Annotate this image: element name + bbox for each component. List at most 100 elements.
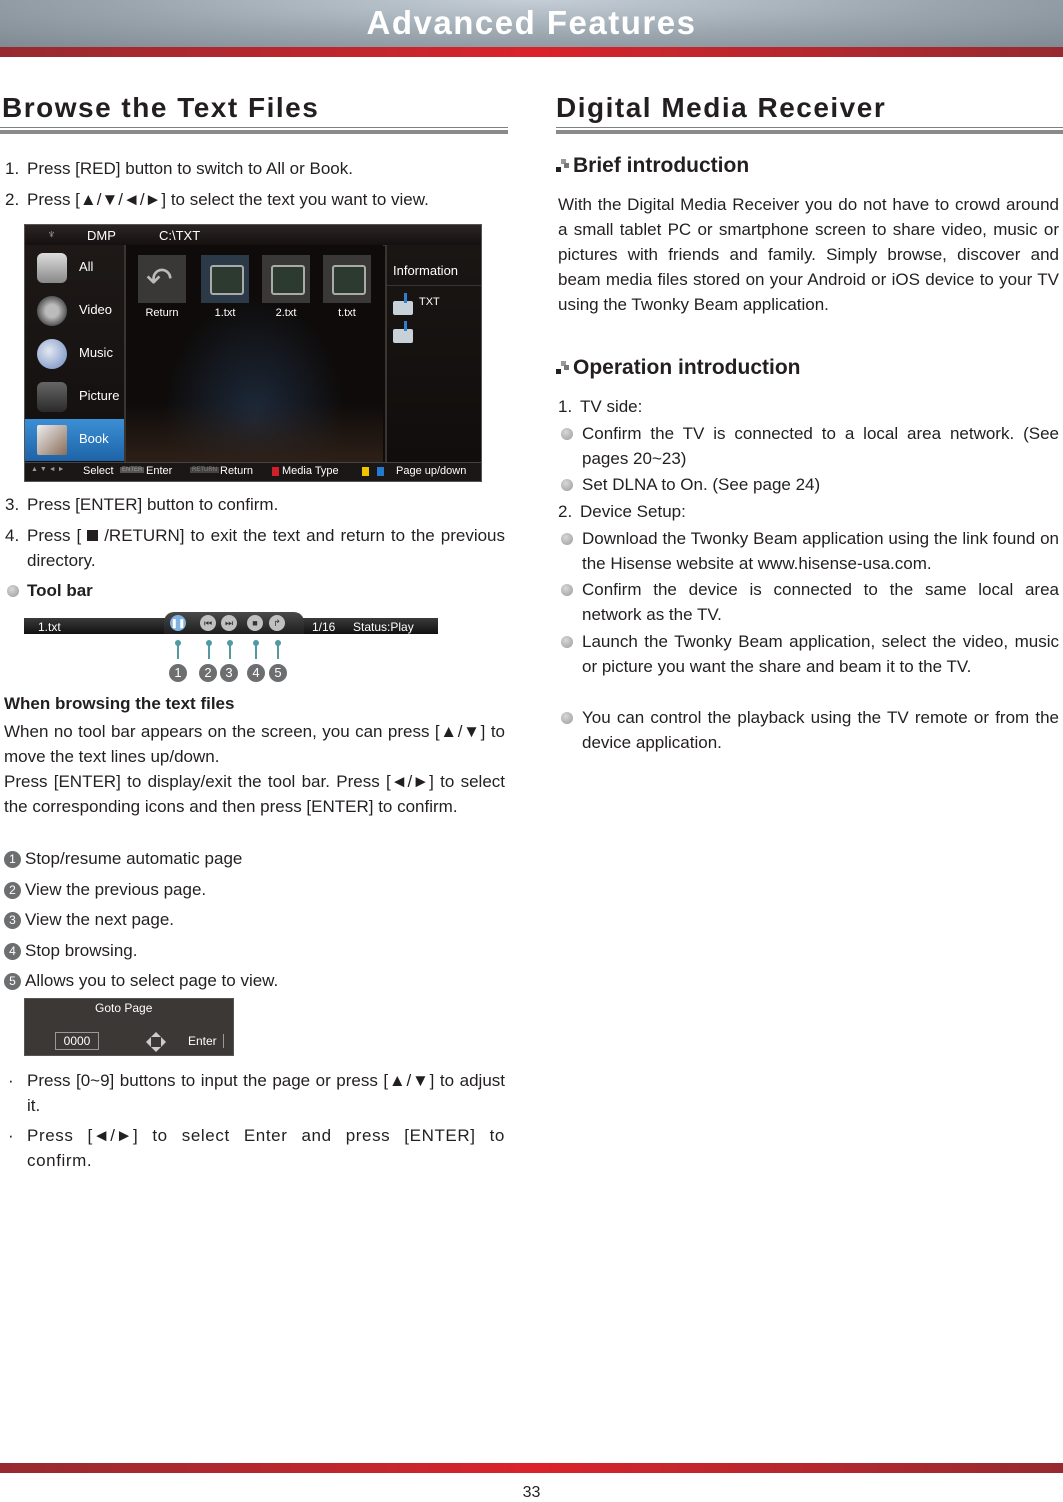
bullet-icon <box>561 479 573 491</box>
all-category-icon <box>37 253 67 283</box>
device-setup-step: 2. Device Setup: <box>558 502 686 521</box>
tv-side-step: 1. TV side: <box>558 397 643 416</box>
tile-file-t-label: t.txt <box>338 307 356 319</box>
callout-number: 3 <box>220 664 238 682</box>
info-type: TXT <box>419 296 440 308</box>
callout-pointer <box>227 640 233 659</box>
step-3: 3. Press [ENTER] button to confirm. <box>5 495 279 514</box>
toolbar-status: Status:Play <box>353 620 414 634</box>
hint-media-type: Media Type <box>282 465 339 477</box>
callout-number: 2 <box>199 664 217 682</box>
category-music[interactable]: Music <box>25 333 124 375</box>
pause-icon[interactable]: ❚❚ <box>170 615 186 631</box>
music-note-icon <box>37 339 67 369</box>
previous-page-icon[interactable]: ⏮ <box>200 615 216 631</box>
bullet-icon <box>7 585 19 597</box>
text-toolbar-illustration: 1.txt ❚❚ ⏮ ⏭ ■ ↱ 1/16 Status:Play <box>24 612 438 634</box>
tile-file-1[interactable] <box>201 255 249 303</box>
browsing-paragraph-1: When no tool bar appears on the screen, … <box>4 722 505 766</box>
toolbar-page-count: 1/16 <box>312 620 336 634</box>
return-key-icon: RETURN <box>190 467 219 473</box>
callout-pointer <box>275 640 281 659</box>
tv-top-bar: ♆ DMP C:\TXT <box>25 225 481 246</box>
function-item: 4 Stop browsing. <box>4 938 137 963</box>
note-2: Press [◄/►] to select Enter and press [E… <box>27 1126 505 1170</box>
goto-page-icon[interactable]: ↱ <box>269 615 285 631</box>
category-video[interactable]: Video <box>25 290 124 332</box>
note-bullet: · <box>8 1071 14 1090</box>
tile-return[interactable]: ↶ <box>138 255 186 303</box>
subheading-squares-icon <box>556 159 569 172</box>
callout-number: 4 <box>247 664 265 682</box>
number-badge-icon: 2 <box>4 882 21 899</box>
section-rule-thick <box>0 130 508 134</box>
stop-icon[interactable]: ■ <box>247 615 263 631</box>
callout-pointer <box>206 640 212 659</box>
device-setup-bullet: Confirm the device is connected to the s… <box>582 580 1059 624</box>
bullet-icon <box>561 428 573 440</box>
tv-info-panel: Information TXT <box>385 245 481 463</box>
text-file-icon <box>271 265 305 295</box>
tv-dmp-screenshot: ♆ DMP C:\TXT All Video Music Picture Boo… <box>24 224 482 482</box>
tile-file-2[interactable] <box>262 255 310 303</box>
device-setup-bullet: Download the Twonky Beam application usi… <box>582 529 1059 573</box>
subheading-squares-icon <box>556 361 569 374</box>
step-2: 2. Press [▲/▼/◄/►] to select the text you… <box>5 190 429 209</box>
tile-file-1-label: 1.txt <box>214 307 236 319</box>
page-header-title: Advanced Features <box>366 4 697 41</box>
goto-page-title: Goto Page <box>95 1001 153 1015</box>
category-all[interactable]: All <box>25 247 124 289</box>
hint-return: Return <box>220 465 254 477</box>
callout-number: 5 <box>269 664 287 682</box>
next-page-icon[interactable]: ⏭ <box>221 615 237 631</box>
device-setup-bullet: You can control the playback using the T… <box>582 708 1059 752</box>
number-badge-icon: 3 <box>4 912 21 929</box>
browsing-paragraph-2: Press [ENTER] to display/exit the tool b… <box>4 772 505 816</box>
tile-file-t[interactable] <box>323 255 371 303</box>
toolbar-file-name: 1.txt <box>38 620 61 634</box>
bullet-icon <box>561 584 573 596</box>
tile-return-label: Return <box>145 307 179 319</box>
arrow-keys-icon: ▲ ▼ ◄ ► <box>31 466 65 473</box>
step-4-text: Press [ /RETURN] to exit the text and re… <box>27 526 506 570</box>
folder-icon <box>393 321 413 343</box>
goto-enter-button[interactable]: Enter <box>188 1034 224 1048</box>
folder-icon <box>393 293 413 315</box>
goto-page-dialog: Goto Page 0000 Enter <box>24 998 234 1056</box>
video-reel-icon <box>37 296 67 326</box>
hint-page-up-down: Page up/down <box>396 465 467 477</box>
section-title-browse-text: Browse the Text Files <box>2 92 320 123</box>
tv-file-grid: ↶ Return 1.txt 2.txt t.txt <box>126 245 383 463</box>
enter-key-icon: ENTER <box>120 467 145 473</box>
callout-number: 1 <box>169 664 187 682</box>
bullet-icon <box>561 712 573 724</box>
device-setup-bullet: Launch the Twonky Beam application, sele… <box>582 632 1059 676</box>
function-item: 5 Allows you to select page to view. <box>4 968 278 993</box>
text-file-icon <box>210 265 244 295</box>
toolbar-heading: Tool bar <box>27 581 93 600</box>
tv-category-list: All Video Music Picture Book <box>25 245 126 463</box>
header-red-stripe <box>0 47 1063 57</box>
tv-path: C:\TXT <box>159 228 201 243</box>
hint-enter: Enter <box>146 465 173 477</box>
book-icon <box>37 425 67 455</box>
info-title: Information <box>393 263 459 278</box>
category-book[interactable]: Book <box>25 419 124 461</box>
return-arrow-icon: ↶ <box>146 261 173 297</box>
number-badge-icon: 1 <box>4 851 21 868</box>
page-header-banner: Advanced Features <box>0 0 1063 47</box>
text-file-icon <box>332 265 366 295</box>
tv-side-bullet: Set DLNA to On. (See page 24) <box>582 475 821 494</box>
callout-pointer <box>175 640 181 659</box>
footer-red-stripe <box>0 1463 1063 1473</box>
category-picture[interactable]: Picture <box>25 376 124 418</box>
callout-pointer <box>253 640 259 659</box>
tv-side-bullet: Confirm the TV is connected to a local a… <box>582 424 1059 468</box>
function-item: 1 Stop/resume automatic page <box>4 846 242 871</box>
camera-icon <box>37 382 67 412</box>
goto-page-input[interactable]: 0000 <box>55 1032 99 1050</box>
function-item: 2 View the previous page. <box>4 877 206 902</box>
brief-intro-heading: Brief introduction <box>573 154 750 177</box>
hint-select: Select <box>83 465 114 477</box>
note-1: Press [0~9] buttons to input the page or… <box>27 1071 505 1115</box>
